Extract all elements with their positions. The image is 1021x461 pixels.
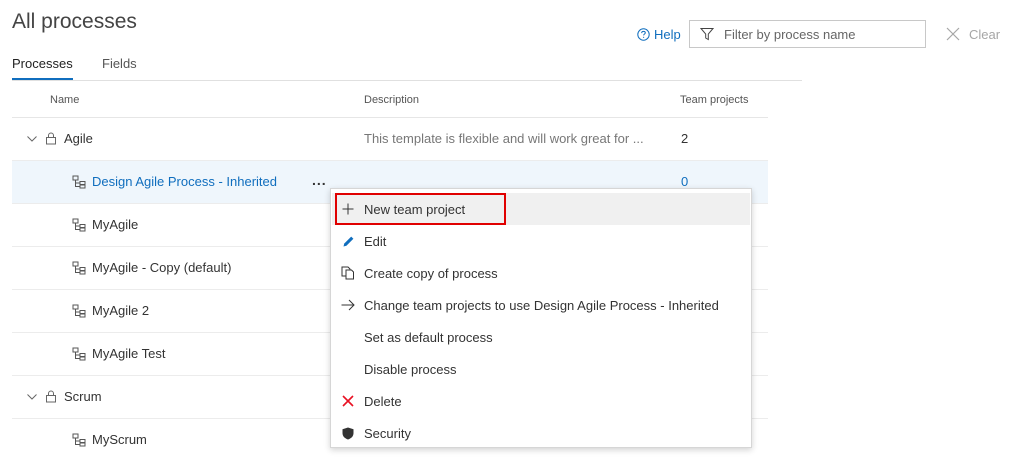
shield-icon — [332, 427, 364, 440]
tab-processes[interactable]: Processes — [12, 56, 73, 80]
close-icon — [945, 26, 961, 42]
menu-item-edit[interactable]: Edit — [332, 225, 750, 257]
inherited-process-icon — [66, 218, 92, 232]
lock-icon — [40, 390, 62, 403]
table-row-agile[interactable]: Agile This template is flexible and will… — [12, 118, 768, 161]
process-name: MyAgile — [92, 217, 139, 232]
process-name: Scrum — [64, 389, 102, 404]
lock-icon — [40, 132, 62, 145]
help-link[interactable]: Help — [637, 27, 681, 42]
chevron-down-icon[interactable] — [24, 133, 40, 145]
inherited-process-icon — [66, 175, 92, 189]
tab-fields[interactable]: Fields — [102, 56, 137, 78]
page-title: All processes — [12, 10, 137, 33]
more-actions-button[interactable]: ... — [312, 172, 327, 188]
clear-label: Clear — [969, 26, 1001, 42]
chevron-down-icon[interactable] — [24, 391, 40, 403]
menu-item-security[interactable]: Security — [332, 417, 750, 449]
inherited-process-icon — [66, 304, 92, 318]
filter-icon — [690, 27, 722, 41]
arrow-right-icon — [332, 299, 364, 311]
clear-button[interactable]: Clear — [945, 26, 1000, 42]
filter-input[interactable] — [722, 25, 916, 43]
tab-bar: Processes Fields — [12, 54, 802, 81]
menu-item-delete[interactable]: Delete — [332, 385, 750, 417]
process-name: MyScrum — [92, 432, 147, 447]
copy-icon — [332, 266, 364, 280]
pencil-icon — [332, 235, 364, 248]
menu-item-set-default[interactable]: Set as default process — [332, 321, 750, 353]
inherited-process-icon — [66, 433, 92, 447]
help-icon — [637, 28, 650, 41]
column-header-name[interactable]: Name — [50, 94, 79, 106]
process-name: MyAgile 2 — [92, 303, 150, 318]
plus-icon — [332, 203, 364, 215]
filter-box[interactable] — [689, 20, 926, 48]
team-projects-count[interactable]: 0 — [681, 174, 688, 189]
menu-item-new-team-project[interactable]: New team project — [332, 193, 750, 225]
menu-item-change-team-projects[interactable]: Change team projects to use Design Agile… — [332, 289, 750, 321]
menu-item-create-copy[interactable]: Create copy of process — [332, 257, 750, 289]
process-name-link[interactable]: Design Agile Process - Inherited — [92, 174, 277, 189]
delete-x-icon — [332, 395, 364, 407]
context-menu: New team project Edit Create copy of pro… — [330, 188, 752, 448]
page: All processes Help Clear Proc — [0, 0, 1021, 461]
help-label: Help — [654, 27, 681, 42]
process-description: This template is flexible and will work … — [364, 131, 644, 146]
column-header-team-projects[interactable]: Team projects — [680, 94, 748, 106]
process-name: MyAgile - Copy (default) — [92, 260, 232, 275]
menu-item-disable[interactable]: Disable process — [332, 353, 750, 385]
inherited-process-icon — [66, 261, 92, 275]
inherited-process-icon — [66, 347, 92, 361]
process-name: Agile — [64, 131, 93, 146]
team-projects-count: 2 — [681, 131, 689, 146]
process-name: MyAgile Test — [92, 346, 166, 361]
column-header-description[interactable]: Description — [364, 94, 419, 106]
